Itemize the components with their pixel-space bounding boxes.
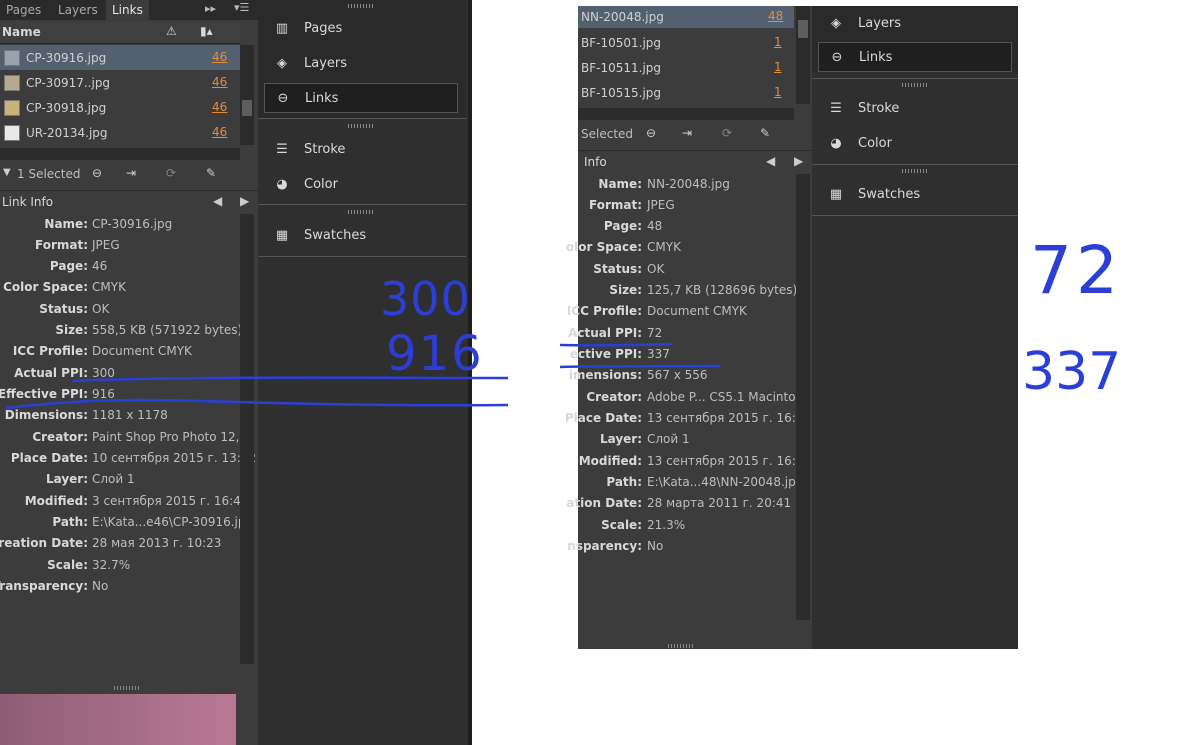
annotation-effective-ppi-right: 337 xyxy=(1022,342,1122,402)
annotation-actual-ppi-right: 72 xyxy=(1030,232,1122,309)
annotation-actual-ppi-left: 300 xyxy=(380,272,471,326)
annotation-effective-ppi-left: 916 xyxy=(386,326,484,382)
underline-stroke xyxy=(5,398,509,410)
underline-stroke xyxy=(559,342,673,347)
underline-stroke xyxy=(559,364,721,369)
handwritten-underlines xyxy=(5,342,721,410)
